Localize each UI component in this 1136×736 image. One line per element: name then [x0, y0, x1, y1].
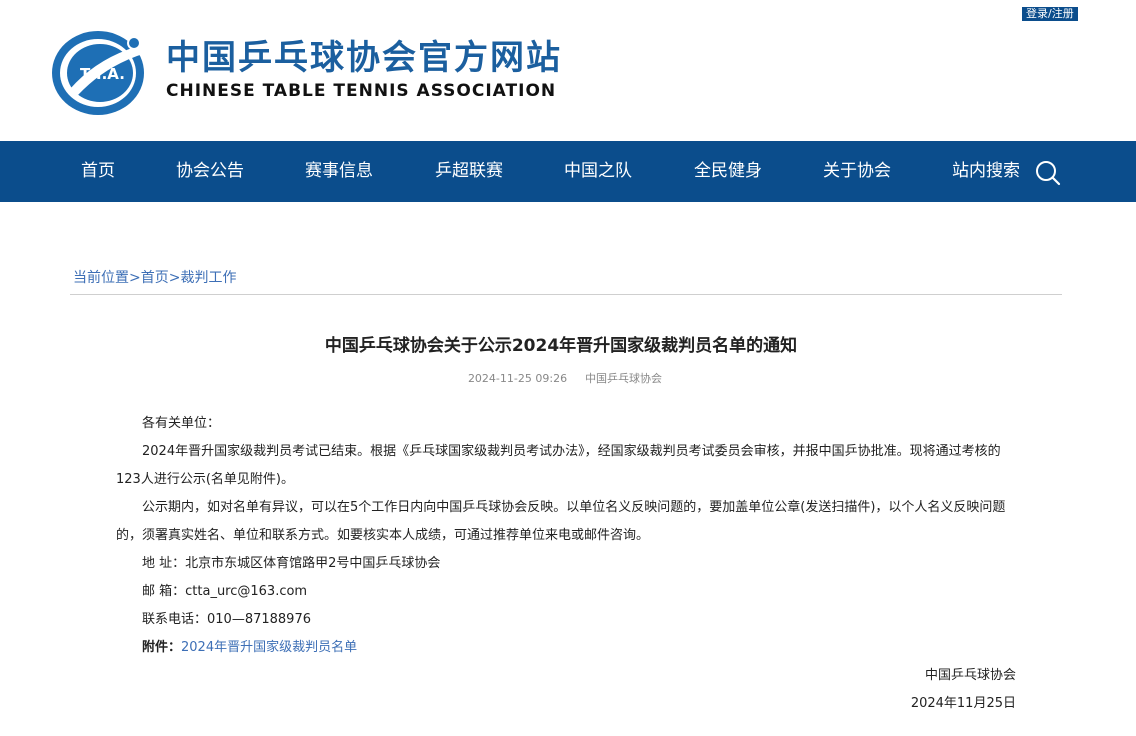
breadcrumb-home[interactable]: 首页: [141, 270, 169, 286]
article-meta: 2024-11-25 09:26 中国乒乓球协会: [0, 371, 1130, 387]
breadcrumb-divider: [70, 294, 1062, 295]
contact-address: 地 址：北京市东城区体育馆路甲2号中国乒乓球协会: [142, 556, 441, 571]
attachment-row: 附件：2024年晋升国家级裁判员名单: [116, 634, 1016, 662]
breadcrumb-separator: >: [168, 270, 181, 286]
breadcrumb-current[interactable]: 裁判工作: [180, 270, 236, 286]
breadcrumb-separator: >: [129, 270, 141, 286]
article-source: 中国乒乓球协会: [585, 372, 663, 385]
svg-text:T.T.A.: T.T.A.: [80, 65, 125, 83]
main-nav: 首页 协会公告 赛事信息 乒超联赛 中国之队 全民健身 关于协会 站内搜索: [0, 141, 1136, 202]
site-title-en: CHINESE TABLE TENNIS ASSOCIATION: [166, 81, 557, 101]
breadcrumb-label: 当前位置: [73, 270, 129, 286]
nav-announcements[interactable]: 协会公告: [176, 141, 244, 202]
contact-email: 邮 箱：ctta_urc@163.com: [142, 584, 308, 599]
paragraph-2: 公示期内，如对名单有异议，可以在5个工作日内向中国乒乓球协会反映。以单位名义反映…: [116, 500, 1006, 543]
article-date: 2024-11-25 09:26: [467, 372, 568, 385]
nav-fitness[interactable]: 全民健身: [694, 141, 762, 202]
site-title-cn: 中国乒乓球协会官方网站: [166, 38, 562, 78]
nav-events[interactable]: 赛事信息: [305, 141, 373, 202]
sign-date: 2024年11月25日: [910, 696, 1016, 711]
article-title: 中国乒乓球协会关于公示2024年晋升国家级裁判员名单的通知: [324, 336, 798, 356]
attachment-label: 附件：: [142, 640, 182, 655]
nav-site-search[interactable]: 站内搜索: [952, 141, 1020, 202]
search-icon[interactable]: [1034, 159, 1062, 187]
nav-home[interactable]: 首页: [81, 141, 115, 202]
login-register-button[interactable]: 登录/注册: [1022, 7, 1078, 21]
contact-phone: 联系电话：010—87188976: [142, 612, 311, 627]
attachment-link[interactable]: 2024年晋升国家级裁判员名单: [181, 640, 357, 655]
article-body: 各有关单位： 2024年晋升国家级裁判员考试已结束。根据《乒乓球国家级裁判员考试…: [116, 410, 1016, 718]
nav-about[interactable]: 关于协会: [823, 141, 891, 202]
nav-national-team[interactable]: 中国之队: [564, 141, 632, 202]
ctta-logo[interactable]: T.T.A.: [50, 27, 150, 117]
site-header: 登录/注册 T.T.A. 中国乒乓球协会官方网站 CHINESE TABLE T…: [0, 0, 1136, 141]
breadcrumb: 当前位置>首页>裁判工作: [73, 268, 236, 288]
paragraph-1: 2024年晋升国家级裁判员考试已结束。根据《乒乓球国家级裁判员考试办法》，经国家…: [116, 444, 1001, 487]
signature: 中国乒乓球协会: [924, 668, 1016, 683]
salutation: 各有关单位：: [142, 416, 221, 431]
nav-super-league[interactable]: 乒超联赛: [435, 141, 503, 202]
